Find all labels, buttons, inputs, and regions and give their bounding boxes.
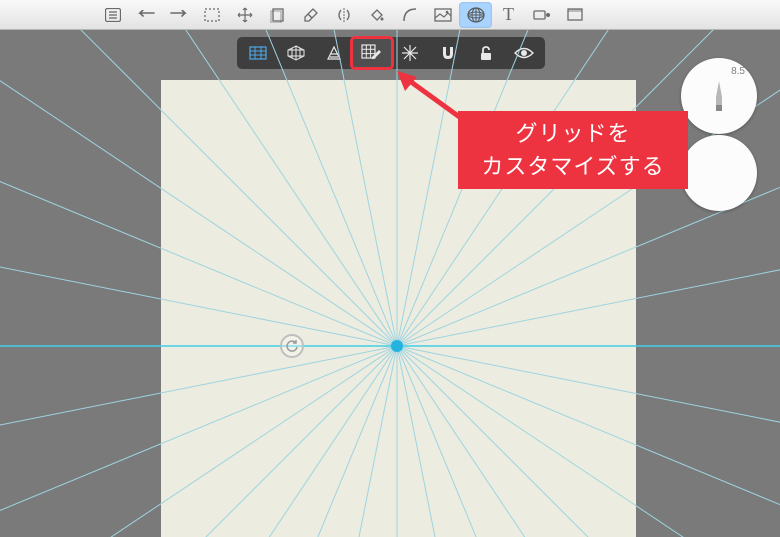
grid-options-toolbar (237, 37, 545, 69)
selection-tool-icon (204, 8, 220, 22)
fill-tool-button[interactable] (360, 2, 393, 28)
grid-customize-icon (361, 44, 383, 62)
fullscreen-button[interactable] (558, 2, 591, 28)
annotation-line2: カスタマイズする (481, 150, 664, 183)
perspective-grid-button[interactable] (459, 2, 492, 28)
lock-button[interactable] (467, 39, 505, 67)
main-toolbar: T (0, 0, 780, 30)
brush-tip-icon (711, 77, 727, 115)
symmetry-tool-icon (335, 8, 353, 22)
fullscreen-icon (567, 8, 583, 21)
reset-guide-button[interactable] (280, 334, 304, 358)
fill-tool-icon (369, 7, 385, 23)
grid-2d-icon (248, 45, 268, 61)
curve-tool-button[interactable] (393, 2, 426, 28)
brush-size-dial[interactable]: 8.5 (681, 58, 757, 134)
brush-size-widget[interactable]: 8.5 (681, 58, 757, 211)
undo-button[interactable] (129, 2, 162, 28)
lock-icon (478, 45, 494, 61)
record-tool-button[interactable] (525, 2, 558, 28)
grid-customize-button[interactable] (353, 39, 391, 67)
layers-panel-button[interactable] (96, 2, 129, 28)
transform-tool-button[interactable] (228, 2, 261, 28)
curve-tool-icon (402, 7, 418, 23)
grid-2d-button[interactable] (239, 39, 277, 67)
image-tool-button[interactable] (426, 2, 459, 28)
symmetry-tool-button[interactable] (327, 2, 360, 28)
crop-tool-icon (270, 7, 286, 23)
visibility-button[interactable] (505, 39, 543, 67)
rotate-icon (285, 339, 299, 353)
magnet-icon (440, 45, 456, 61)
grid-isometric-button[interactable] (277, 39, 315, 67)
text-tool-button[interactable]: T (492, 2, 525, 28)
grid-snap-icon (401, 44, 419, 62)
brush-opacity-dial[interactable] (681, 135, 757, 211)
vanishing-point-handle[interactable] (391, 340, 403, 352)
record-tool-icon (533, 9, 551, 21)
undo-icon (136, 10, 156, 20)
magnet-button[interactable] (429, 39, 467, 67)
text-tool-icon: T (503, 4, 514, 25)
grid-isometric-icon (286, 44, 306, 62)
grid-snap-button[interactable] (391, 39, 429, 67)
eraser-tool-icon (303, 7, 319, 23)
grid-perspective-button[interactable] (315, 39, 353, 67)
eraser-tool-button[interactable] (294, 2, 327, 28)
layers-panel-icon (105, 8, 121, 22)
transform-tool-icon (237, 7, 253, 23)
brush-size-value: 8.5 (731, 66, 745, 77)
crop-tool-button[interactable] (261, 2, 294, 28)
grid-perspective-icon (324, 45, 344, 61)
selection-tool-button[interactable] (195, 2, 228, 28)
annotation-line1: グリッドを (515, 117, 630, 150)
perspective-grid-icon (467, 7, 485, 23)
annotation-callout: グリッドを カスタマイズする (458, 111, 688, 189)
image-tool-icon (434, 8, 452, 22)
visibility-icon (514, 46, 534, 60)
redo-icon (169, 10, 189, 20)
redo-button[interactable] (162, 2, 195, 28)
